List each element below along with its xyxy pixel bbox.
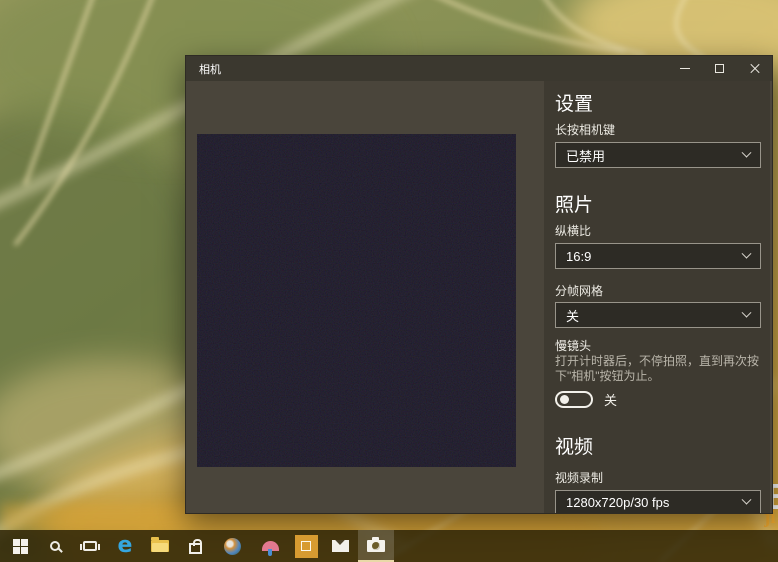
sphere-app-icon bbox=[224, 538, 241, 555]
file-explorer-button[interactable] bbox=[142, 530, 178, 562]
video-recording-dropdown[interactable]: 1280x720p/30 fps bbox=[555, 490, 761, 513]
framing-grid-dropdown[interactable]: 关 bbox=[555, 302, 761, 328]
chevron-down-icon bbox=[742, 495, 752, 505]
caption-controls bbox=[667, 56, 772, 81]
close-icon bbox=[749, 63, 761, 75]
slow-motion-description: 打开计时器后，不停拍照，直到再次按下"相机"按钮为止。 bbox=[555, 354, 761, 384]
taskbar: e bbox=[0, 530, 778, 562]
slow-motion-toggle-row: 关 bbox=[555, 390, 761, 408]
camera-key-dropdown[interactable]: 已禁用 bbox=[555, 142, 761, 168]
titlebar[interactable]: 相机 bbox=[186, 56, 772, 81]
aspect-ratio-value: 16:9 bbox=[566, 249, 591, 264]
camera-taskbar-button[interactable] bbox=[358, 530, 394, 562]
camera-key-value: 已禁用 bbox=[566, 146, 605, 165]
framing-grid-value: 关 bbox=[566, 306, 579, 325]
windows-logo-icon bbox=[13, 539, 28, 554]
video-recording-value: 1280x720p/30 fps bbox=[566, 495, 669, 510]
edge-icon: e bbox=[118, 535, 133, 557]
task-view-button[interactable] bbox=[72, 530, 108, 562]
chevron-down-icon bbox=[742, 248, 752, 258]
minimize-icon bbox=[680, 68, 690, 69]
window-title: 相机 bbox=[186, 61, 221, 77]
folder-icon bbox=[151, 540, 169, 552]
edge-browser-button[interactable]: e bbox=[107, 530, 143, 562]
video-recording-label: 视频录制 bbox=[555, 471, 761, 486]
video-header: 视频 bbox=[555, 436, 761, 460]
camera-icon bbox=[367, 540, 385, 552]
settings-header: 设置 bbox=[555, 93, 761, 117]
chevron-down-icon bbox=[742, 307, 752, 317]
app-orange-tile-button[interactable] bbox=[288, 530, 324, 562]
camera-preview bbox=[197, 134, 516, 467]
desktop: B ji 相机 bbox=[0, 0, 778, 562]
umbrella-app-icon bbox=[262, 541, 279, 551]
aspect-ratio-label: 纵横比 bbox=[555, 224, 761, 239]
orange-tile-app-icon bbox=[295, 535, 318, 558]
task-view-icon bbox=[83, 541, 97, 551]
mail-icon bbox=[332, 540, 349, 552]
camera-app-window: 相机 设置 长按相机键 bbox=[185, 55, 773, 514]
search-button[interactable] bbox=[37, 530, 73, 562]
slow-motion-label: 慢镜头 bbox=[555, 339, 761, 354]
framing-grid-label: 分帧网格 bbox=[555, 284, 761, 299]
shopping-bag-icon bbox=[189, 543, 202, 554]
aspect-ratio-dropdown[interactable]: 16:9 bbox=[555, 243, 761, 269]
slow-motion-toggle[interactable] bbox=[555, 391, 593, 408]
minimize-button[interactable] bbox=[667, 56, 702, 81]
toggle-state-label: 关 bbox=[604, 390, 617, 409]
app-umbrella-button[interactable] bbox=[252, 530, 288, 562]
maximize-button[interactable] bbox=[702, 56, 737, 81]
app-sphere-button[interactable] bbox=[214, 530, 250, 562]
close-button[interactable] bbox=[737, 56, 772, 81]
search-icon bbox=[50, 541, 60, 551]
toggle-knob bbox=[560, 395, 569, 404]
maximize-icon bbox=[715, 64, 724, 73]
chevron-down-icon bbox=[742, 147, 752, 157]
mail-button[interactable] bbox=[322, 530, 358, 562]
start-button[interactable] bbox=[2, 530, 38, 562]
store-button[interactable] bbox=[177, 530, 213, 562]
settings-panel: 设置 长按相机键 已禁用 照片 纵横比 16:9 分帧网格 关 慢镜头 打开计时… bbox=[544, 81, 770, 513]
camera-key-label: 长按相机键 bbox=[555, 123, 761, 138]
photo-header: 照片 bbox=[555, 194, 761, 218]
